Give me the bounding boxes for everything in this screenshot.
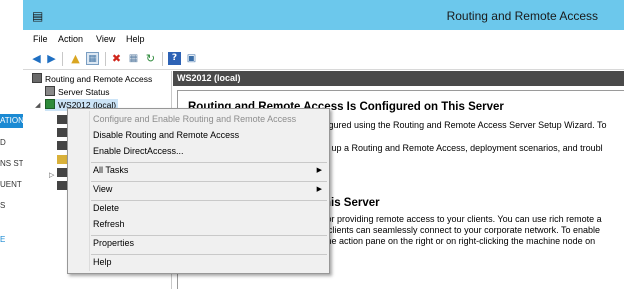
menu-item-configure-enable[interactable]: Configure and Enable Routing and Remote … [68,111,329,127]
toolbar: ◀ ▶ ▲ ▦ ✖ ▦ ↻ ? ▣ [23,48,624,70]
menu-item-all-tasks-label: All Tasks [93,165,129,175]
forward-arrow-icon[interactable]: ▶ [45,52,58,65]
background-nav-item[interactable]: NS STA [0,157,23,171]
server-status-icon [45,86,55,96]
tree-root[interactable]: Routing and Remote Access [32,73,152,85]
tree-child-icon [57,155,67,164]
server-icon: ▤ [32,9,44,23]
menu-file[interactable]: File [33,34,48,44]
menu-item-all-tasks[interactable]: All Tasks ▶ [68,162,329,178]
result-text-line: the action pane on the right or on right… [324,236,596,246]
tree-root-label: Routing and Remote Access [45,74,153,84]
background-nav-item[interactable]: UENT [0,178,23,192]
tree-child-icon [57,128,67,137]
expand-arrow-icon[interactable]: ◢ [35,99,40,111]
toolbar-separator [162,52,163,66]
menu-item-view-label: View [93,184,113,194]
title-bar[interactable]: ▤ Routing and Remote Access [23,0,624,30]
menu-bar: File Action View Help [23,30,624,48]
server-icon [45,99,55,109]
menu-item-enable-directaccess[interactable]: Enable DirectAccess... [68,143,329,159]
submenu-arrow-icon: ▶ [316,185,322,193]
mmc-icon[interactable]: ▣ [185,52,198,65]
menu-item-delete[interactable]: Delete [68,200,329,216]
screen: ATION D NS STA UENT S E ▤ Routing and Re… [0,0,624,289]
result-heading-2: his Server [324,197,380,209]
tree-server-status-label: Server Status [58,87,110,97]
result-text-line: clients can seamlessly connect to your c… [328,225,600,235]
tree-child-icon [57,141,67,150]
result-text-line: figured using the Routing and Remote Acc… [324,120,607,130]
show-hide-console-tree-icon[interactable]: ▦ [86,52,99,65]
tree-child-icon [57,115,67,124]
background-nav-item[interactable]: D [0,136,23,150]
help-icon[interactable]: ? [168,52,181,65]
menu-view[interactable]: View [96,34,115,44]
menu-item-view[interactable]: View ▶ [68,181,329,197]
menu-action[interactable]: Action [58,34,83,44]
menu-item-disable[interactable]: Disable Routing and Remote Access [68,127,329,143]
tree-child-icon [57,168,67,177]
menu-item-refresh[interactable]: Refresh [68,216,329,232]
context-menu: Configure and Enable Routing and Remote … [67,108,330,274]
submenu-arrow-icon: ▶ [316,166,322,174]
rras-icon [32,73,42,83]
folder-up-icon[interactable]: ▲ [69,52,82,65]
background-nav-item[interactable]: ATION [0,114,23,128]
menu-item-properties[interactable]: Properties [68,235,329,251]
tree-server-status[interactable]: Server Status [45,86,110,98]
back-arrow-icon[interactable]: ◀ [30,52,43,65]
menu-item-help[interactable]: Help [68,254,329,270]
expand-arrow-icon[interactable]: ▷ [49,169,54,181]
result-pane-header: WS2012 (local) [173,71,624,86]
background-app-strip: ATION D NS STA UENT S E [0,0,23,289]
background-nav-item[interactable]: S [0,199,23,213]
tree-child-icon [57,181,67,190]
menu-help[interactable]: Help [126,34,145,44]
refresh-icon[interactable]: ↻ [144,52,157,65]
delete-icon[interactable]: ✖ [110,52,123,65]
toolbar-separator [105,52,106,66]
window-title: Routing and Remote Access [446,9,598,23]
result-text-line: for providing remote access to your clie… [324,214,602,224]
toolbar-separator [62,52,63,66]
background-nav-item[interactable]: E [0,233,23,247]
properties-icon[interactable]: ▦ [127,52,140,65]
result-text-line: g up a Routing and Remote Access, deploy… [324,143,603,153]
